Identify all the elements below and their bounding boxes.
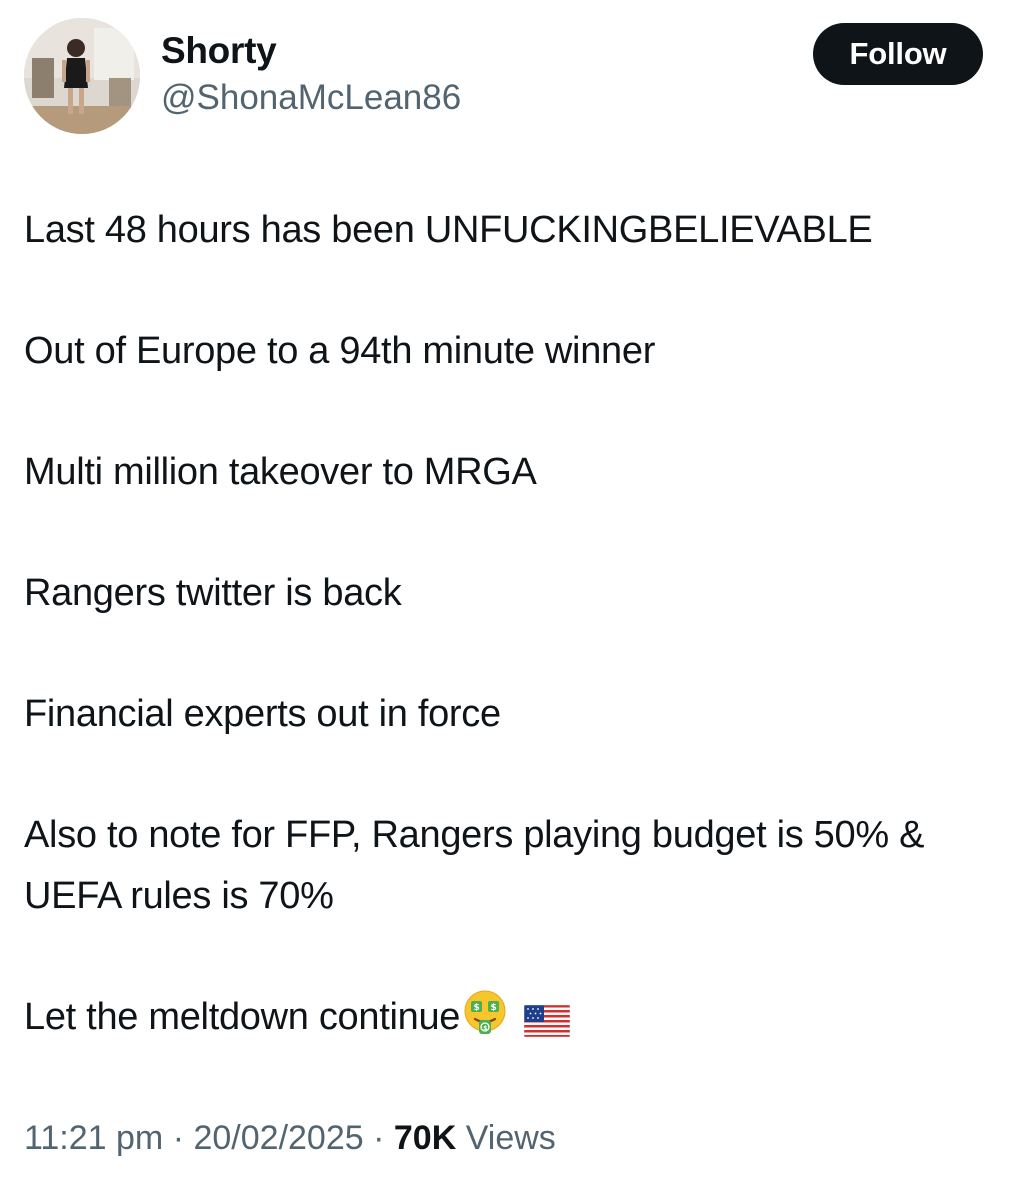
tweet-paragraph: Last 48 hours has been UNFUCKINGBELIEVAB…: [24, 209, 873, 251]
views-label: Views: [465, 1119, 556, 1157]
svg-text:$: $: [491, 1003, 497, 1013]
tweet-paragraph: Out of Europe to a 94th minute winner: [24, 330, 656, 372]
follow-button[interactable]: Follow: [813, 23, 983, 85]
tweet-last-line-text: Let the meltdown continue: [24, 996, 461, 1038]
us-flag-icon: [523, 995, 571, 1056]
money-mouth-face-icon: $ $ $: [460, 987, 510, 1056]
tweet-paragraph: Rangers twitter is back: [24, 572, 402, 614]
profile-photo-icon: [24, 18, 140, 134]
tweet-card: Shorty @ShonaMcLean86 Follow Last 48 hou…: [0, 0, 1027, 1200]
tweet-paragraph: Financial experts out in force: [24, 693, 501, 735]
tweet-date[interactable]: 20/02/2025: [193, 1119, 363, 1157]
svg-text:$: $: [474, 1003, 480, 1013]
views-count: 70K: [393, 1119, 457, 1157]
tweet-time[interactable]: 11:21 pm: [24, 1119, 163, 1157]
tweet-metadata: 11:21 pm · 20/02/2025 · 70K Views: [24, 1115, 556, 1161]
tweet-last-line: Let the meltdown continue $ $ $: [24, 987, 1014, 1056]
author-names: Shorty @ShonaMcLean86: [161, 28, 461, 120]
meta-separator: ·: [373, 1119, 385, 1157]
user-handle[interactable]: @ShonaMcLean86: [161, 76, 461, 120]
avatar[interactable]: [24, 18, 140, 134]
tweet-paragraph: Multi million takeover to MRGA: [24, 451, 537, 493]
display-name[interactable]: Shorty: [161, 28, 461, 74]
svg-text:$: $: [483, 1025, 487, 1032]
meta-separator: ·: [172, 1119, 185, 1157]
tweet-header: Shorty @ShonaMcLean86 Follow: [24, 18, 984, 136]
tweet-paragraph: Also to note for FFP, Rangers playing bu…: [24, 814, 925, 917]
tweet-text: Last 48 hours has been UNFUCKINGBELIEVAB…: [24, 200, 1014, 1116]
